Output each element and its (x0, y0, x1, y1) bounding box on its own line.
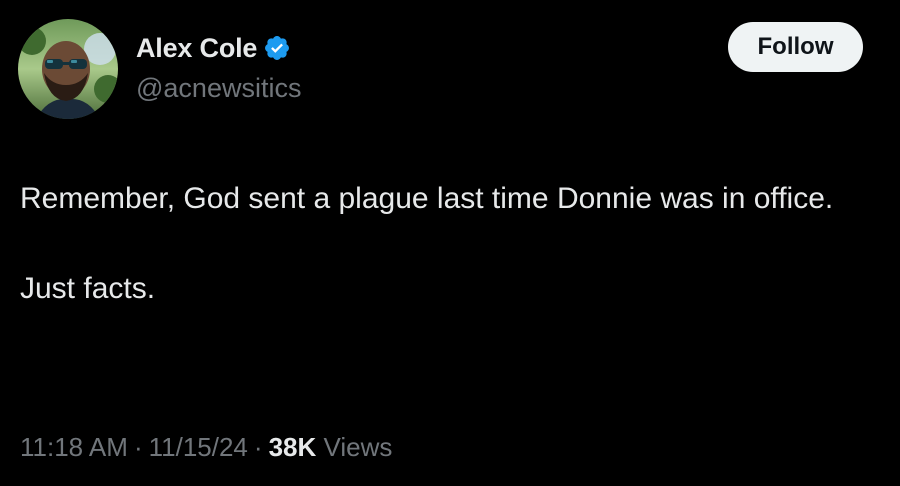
tweet-card: Alex Cole @acnewsitics Follow Remember, … (0, 0, 900, 486)
tweet-time[interactable]: 11:18 AM (20, 432, 128, 462)
tweet-meta: 11:18 AM · 11/15/24 · 38K Views (20, 432, 392, 463)
tweet-paragraph: Just facts. (20, 272, 156, 305)
tweet-paragraph: Remember, God sent a plague last time Do… (20, 182, 834, 215)
tweet-date[interactable]: 11/15/24 (149, 432, 248, 462)
avatar-image (18, 19, 118, 119)
avatar[interactable] (18, 19, 118, 119)
views-label: Views (323, 432, 393, 462)
author-handle[interactable]: @acnewsitics (136, 73, 301, 104)
follow-button[interactable]: Follow (728, 22, 863, 72)
views-count: 38K (268, 432, 317, 462)
tweet-text: Remember, God sent a plague last time Do… (20, 176, 870, 311)
verified-badge-icon[interactable] (263, 34, 291, 62)
author-display-name[interactable]: Alex Cole (136, 33, 257, 64)
meta-separator: · (133, 432, 143, 462)
meta-separator: · (253, 432, 263, 462)
author-name-row: Alex Cole (136, 32, 291, 64)
